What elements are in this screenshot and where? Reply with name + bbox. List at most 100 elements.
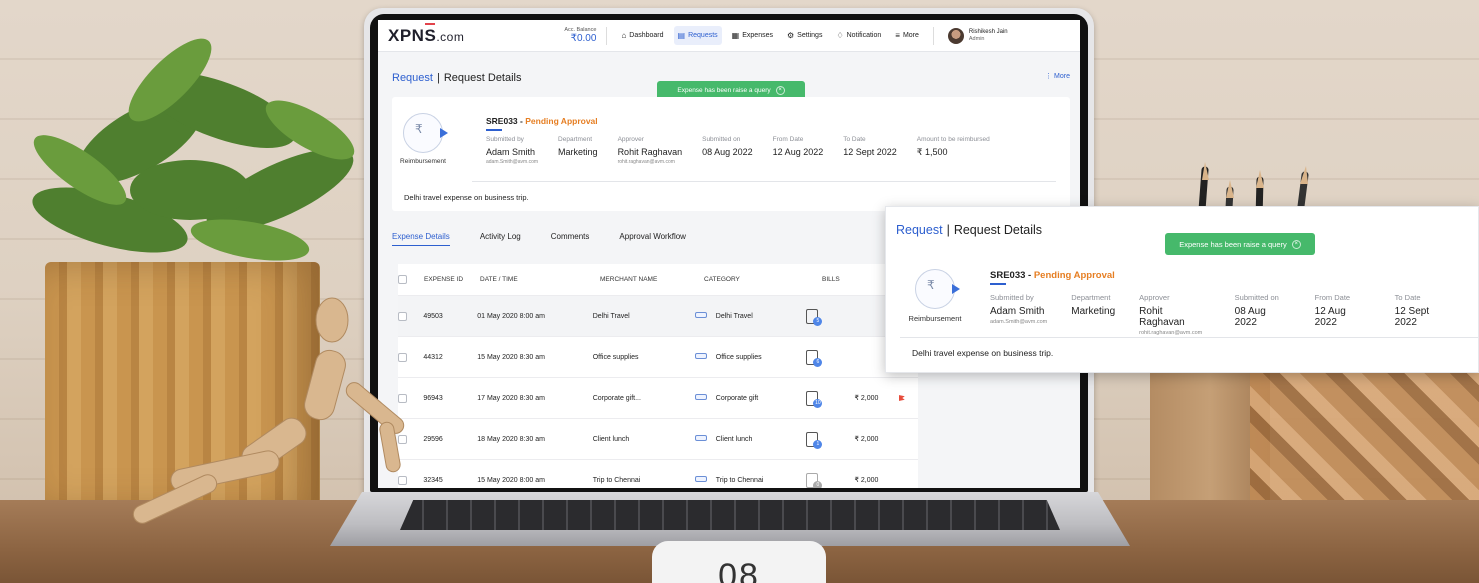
page-title: Request Details	[953, 223, 1043, 237]
table-row[interactable]: 44312 15 May 2020 8:30 am Office supplies O…	[398, 337, 918, 378]
select-all-checkbox[interactable]	[398, 275, 407, 284]
bill-count: 6	[813, 357, 823, 367]
field-submitted-on: Submitted on 08 Aug 2022	[702, 136, 753, 157]
field-from-date: From Date 12 Aug 2022	[1314, 293, 1351, 328]
table-row[interactable]: 96943 17 May 2020 8:30 am Corporate gift..…	[398, 378, 918, 419]
tab-activity-log[interactable]: Activity Log	[480, 232, 521, 246]
gear-icon: ⚙	[786, 31, 795, 40]
field-submitted-by: Submitted by Adam Smith adam.Smith@avm.c…	[990, 293, 1048, 325]
category-icon	[693, 432, 711, 446]
request-description: Delhi travel expense on business trip.	[404, 193, 529, 202]
kebab-icon: ⋮	[1045, 73, 1055, 80]
table-row[interactable]: 49503 01 May 2020 8:00 am Delhi Travel Delh…	[398, 296, 918, 337]
account-balance: Acc. Balance ₹0.00	[564, 27, 596, 45]
status-badge: Pending Approval	[1033, 270, 1115, 281]
bill-icon[interactable]: 0	[806, 472, 823, 488]
wooden-manikin-illustration	[132, 297, 405, 524]
avatar	[947, 27, 964, 44]
merchant-name: Corporate gift...	[592, 394, 641, 402]
expense-date: 17 May 2020 8:30 am	[477, 394, 545, 402]
nav-expenses[interactable]: ▦ Expenses	[728, 26, 777, 45]
field-to-date: To Date 12 Sept 2022	[1394, 293, 1430, 328]
bill-icon[interactable]: 5	[806, 308, 823, 326]
detail-tabs: Expense Details Activity Log Comments Ap…	[392, 232, 686, 246]
request-id: SRE033 - Pending Approval	[990, 270, 1115, 285]
reimbursement-type: Reimbursement	[392, 113, 454, 165]
merchant-name: Office supplies	[592, 353, 639, 361]
expense-amount: ₹ 2,000	[854, 477, 879, 484]
tab-comments[interactable]: Comments	[551, 232, 590, 246]
bill-icon[interactable]: 1	[806, 431, 823, 449]
more-button[interactable]: ⋮ More	[1045, 72, 1070, 80]
expense-table: EXPENSE ID DATE / TIME MERCHANT NAME CAT…	[398, 264, 918, 488]
table-body: 49503 01 May 2020 8:00 am Delhi Travel Delh…	[398, 296, 918, 488]
reimbursement-icon	[403, 113, 448, 153]
table-row[interactable]: 29596 18 May 2020 8:30 am Client lunch Clie…	[398, 419, 918, 460]
reimbursement-icon	[915, 269, 960, 309]
category-icon	[693, 309, 711, 323]
bill-count: 5	[813, 316, 823, 326]
card-divider	[900, 337, 1478, 338]
category-icon	[693, 350, 711, 364]
laptop-keyboard	[400, 500, 1060, 530]
request-id: SRE033 - Pending Approval	[486, 116, 598, 131]
request-fields: Submitted by Adam Smith adam.Smith@avm.c…	[990, 293, 1478, 336]
bill-count: 10	[813, 398, 823, 408]
expense-amount: ₹ 2,000	[854, 436, 879, 443]
menu-icon: ≡	[895, 31, 900, 40]
field-submitted-on: Submitted on 08 Aug 2022	[1234, 293, 1279, 328]
breadcrumb-request-link[interactable]: Request	[896, 223, 943, 237]
expense-date: 15 May 2020 8:00 am	[477, 476, 545, 484]
toast-message: Expense has been raise a query	[677, 87, 771, 94]
nav-separator	[932, 26, 934, 45]
bill-icon[interactable]: 6	[806, 349, 823, 367]
tab-expense-details[interactable]: Expense Details	[392, 232, 450, 246]
tab-approval-workflow[interactable]: Approval Workflow	[619, 232, 686, 246]
breadcrumb: Request | Request Details	[392, 72, 522, 84]
card-divider	[472, 181, 1056, 182]
category-name: Delhi Travel	[715, 312, 753, 320]
field-amount: Amount to be reimbursed ₹ 1,500	[916, 136, 990, 157]
category-icon	[693, 391, 711, 405]
flag-icon[interactable]	[898, 395, 905, 401]
expense-date: 18 May 2020 8:30 am	[477, 435, 545, 443]
bill-count: 1	[813, 439, 823, 449]
table-header: EXPENSE ID DATE / TIME MERCHANT NAME CAT…	[398, 264, 918, 296]
category-name: Corporate gift	[715, 394, 759, 402]
page-title: Request Details	[443, 72, 522, 84]
close-icon[interactable]: ×	[1291, 239, 1301, 249]
breadcrumb: Request | Request Details	[896, 223, 1043, 237]
nav-settings[interactable]: ⚙ Settings	[783, 26, 826, 45]
bill-icon[interactable]: 10	[806, 390, 823, 408]
user-menu[interactable]: Rishikesh Jain Admin	[947, 27, 1008, 44]
table-row[interactable]: 32345 15 May 2020 8:00 am Trip to Chennai T…	[398, 460, 918, 488]
category-icon	[693, 473, 711, 487]
category-name: Client lunch	[715, 435, 753, 443]
nav-requests[interactable]: ▤ Requests	[673, 26, 722, 45]
nav-notification[interactable]: ♢ Notification	[832, 26, 885, 45]
requests-icon: ▤	[677, 31, 686, 40]
expense-date: 01 May 2020 8:00 am	[477, 312, 545, 320]
field-approver: Approver Rohit Raghavan rohit.raghavan@a…	[1139, 293, 1203, 336]
reimbursement-type: Reimbursement	[900, 269, 970, 323]
category-name: Trip to Chennai	[715, 476, 764, 484]
field-submitted-by: Submitted by Adam Smith adam.Smith@avm.c…	[486, 136, 539, 165]
toast-message: Expense has been raise a query	[1179, 239, 1287, 249]
app-logo[interactable]: XPNS.com	[388, 26, 464, 46]
nav-dashboard[interactable]: ⌂ Dashboard	[617, 26, 667, 45]
field-from-date: From Date 12 Aug 2022	[772, 136, 824, 157]
balance-value: ₹0.00	[570, 32, 597, 44]
request-summary-card: Reimbursement SRE033 - Pending Approval …	[392, 97, 1070, 211]
bell-icon: ♢	[836, 31, 844, 40]
nav-more[interactable]: ≡ More	[891, 26, 923, 45]
field-approver: Approver Rohit Raghavan rohit.raghavan@a…	[617, 136, 683, 165]
expenses-icon: ▦	[731, 31, 740, 40]
breadcrumb-request-link[interactable]: Request	[392, 72, 433, 84]
close-icon[interactable]: ×	[775, 86, 785, 95]
success-toast: Expense has been raise a query ×	[1165, 233, 1315, 255]
field-to-date: To Date 12 Sept 2022	[843, 136, 897, 157]
plant-illustration	[32, 38, 355, 261]
home-icon: ⌂	[621, 31, 627, 40]
merchant-name: Trip to Chennai	[592, 476, 641, 484]
balance-label: Acc. Balance	[564, 26, 597, 33]
